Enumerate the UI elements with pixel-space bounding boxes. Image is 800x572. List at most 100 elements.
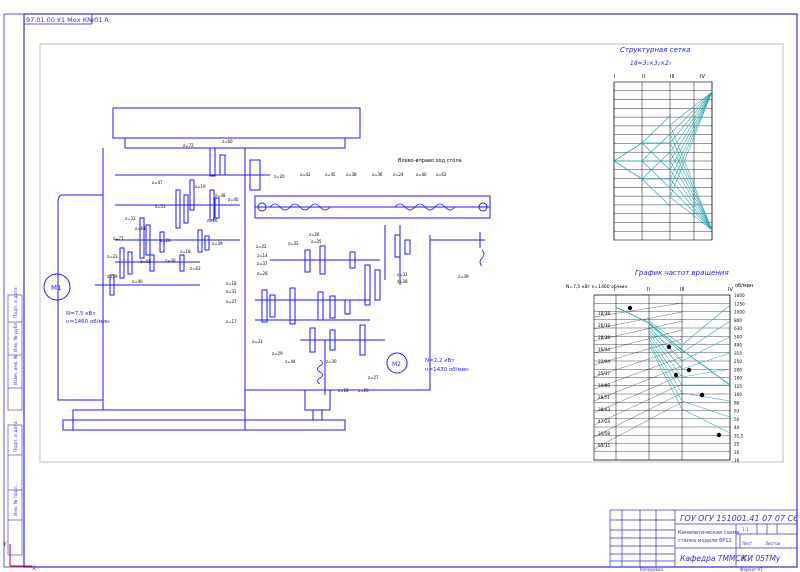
gear-label: z=33 <box>125 216 136 221</box>
speed-graph-shaft-label: I <box>614 287 615 293</box>
gear-label: z=26 <box>160 238 171 243</box>
gear-label: z=16 <box>207 218 218 223</box>
gear-label: z=53 <box>155 204 166 209</box>
gear-label: z=14 <box>257 253 268 258</box>
gear-ratio-label: 25/37 <box>598 371 610 376</box>
main-motor-power: N=7,5 кВт <box>66 311 96 317</box>
gear-label: z=28 <box>257 271 268 276</box>
gear-label: z=38 <box>397 279 408 284</box>
gear-label: z=37 <box>257 261 268 266</box>
speed-graph-ratios: 18/38 26/38 28/36 16/44 22/44 25/37 19/60 28/51… <box>598 311 610 448</box>
gear-label: z=41 <box>140 259 151 264</box>
gear-label: z=44 <box>285 359 296 364</box>
speed-node <box>666 344 672 350</box>
title-block-group: КИ 05ТМу <box>742 554 781 563</box>
gear-label: z=30 <box>165 258 176 263</box>
gear-ratio-label: 19/60 <box>598 383 610 388</box>
title-block-title-line1: Кинематическая схема <box>678 530 739 536</box>
gear-label: z=20 <box>274 174 285 179</box>
speed-value: 1250 <box>734 301 745 306</box>
speed-value: 25 <box>734 442 740 447</box>
gear-label: z=62 <box>436 172 447 177</box>
speed-value: 20 <box>734 450 740 455</box>
main-motor-speed: n=1460 об/мин <box>66 319 110 325</box>
gear-label: z=32 <box>288 241 299 246</box>
gear-label: z=39 <box>212 241 223 246</box>
gear-label: z=60 <box>222 139 233 144</box>
speed-value: 1600 <box>734 293 745 298</box>
side-strip-labels: Подп. и дата Инв. № дубл. Взам. инв. № П… <box>13 287 19 516</box>
gear-ratio-label: 28/36 <box>598 335 610 340</box>
gear-label: z=45 <box>325 172 336 177</box>
speed-node <box>673 372 679 378</box>
gear-label: z=27 <box>368 375 379 380</box>
gear-labels: z=72 z=60 z=47 z=19 z=38 z=40 z=53 z=16 z=33 z=64… <box>107 139 469 393</box>
gear-label: z=40 <box>416 172 427 177</box>
speed-value: 1000 <box>734 310 745 315</box>
gear-label: z=18 <box>226 281 237 286</box>
speed-graph-motor-spec: N=7,5 кВт n=1460 об/мин <box>566 284 627 290</box>
stamp-code: 97.01 00 У1 Мех К№01 А <box>26 16 109 24</box>
drawing-sheet: 97.01 00 У1 Мех К№01 А Подп. и дата Инв.… <box>2 13 798 572</box>
gear-label: z=27 <box>226 299 237 304</box>
gear-label: z=23 <box>107 254 118 259</box>
gear-label: z=26 <box>309 232 320 237</box>
speed-value: 40 <box>734 425 740 430</box>
structural-grid-title: Структурная сетка <box>620 46 691 54</box>
gear-ratio-label: 18/38 <box>598 311 610 316</box>
gear-label: z=33 <box>252 339 263 344</box>
speed-graph-header: об/мин <box>735 283 753 289</box>
gear-label: z=47 <box>152 180 163 185</box>
gear-label: z=29 <box>272 351 283 356</box>
structural-grid-shaft-label: II <box>642 74 645 80</box>
gear-label: z=64 <box>135 226 146 231</box>
structural-grid-lines <box>613 81 713 241</box>
speed-value: 125 <box>734 384 742 389</box>
gear-ratio-label: 47/24 <box>598 419 610 424</box>
side-label-1: Подп. и дата <box>13 287 19 318</box>
gear-label: z=38 <box>215 193 226 198</box>
side-label-5: Инв. № подл. <box>13 485 19 516</box>
gear-label: z=63 <box>190 266 201 271</box>
gear-label: z=35 <box>311 239 322 244</box>
speed-graph-shaft-labels: I II III IV <box>614 287 733 293</box>
gear-label: z=18 <box>338 388 349 393</box>
gear-label: z=36 <box>372 172 383 177</box>
speed-value: 31,5 <box>734 433 744 438</box>
gear-label: z=72 <box>183 143 194 148</box>
gear-label: z=39 <box>458 274 469 279</box>
speed-value: 630 <box>734 326 742 331</box>
gear-label: z=26 <box>358 388 369 393</box>
structural-grid-shaft-labels: I II III IV <box>614 74 705 80</box>
side-label-2: Инв. № дубл. <box>13 321 19 352</box>
speed-graph-shaft-label: III <box>680 287 684 293</box>
overarm <box>112 107 361 139</box>
gear-label: z=31 <box>226 289 237 294</box>
speed-node <box>716 432 722 438</box>
speed-value: 800 <box>734 318 742 323</box>
feed-motor-label: М2 <box>392 361 401 368</box>
structural-grid-formula: 18=3₁×3₂×2₇ <box>630 60 672 67</box>
structural-grid: Структурная сетка 18=3₁×3₂×2₇ I II III IV <box>613 46 713 241</box>
gear-label: z=29 <box>107 274 118 279</box>
knee-screw-housing <box>304 390 331 411</box>
structural-grid-shaft-label: III <box>670 74 674 80</box>
feed-motor-power: N=2,2 кВт <box>425 358 455 364</box>
gear-ratio-label: 65/35 <box>598 443 610 448</box>
speed-value: 200 <box>734 367 742 372</box>
knee-body <box>244 235 431 391</box>
gear-label: z=38 <box>346 172 357 177</box>
title-block-doc-code: ГОУ ОГУ 151001.41 07 07 С6 <box>680 514 798 523</box>
title-block-department: Кафедра ТММСК <box>680 554 747 563</box>
gear-label: z=18 <box>180 249 191 254</box>
gear-label: z=19 <box>195 184 206 189</box>
main-motor-label: М1 <box>51 284 62 292</box>
speed-graph-speed-values: 1600 1250 1000 800 630 500 400 315 250 200 160 125 1… <box>734 293 745 463</box>
speed-value: 63 <box>734 409 740 414</box>
gear-ratio-label: 38/43 <box>598 407 610 412</box>
speed-value: 160 <box>734 376 742 381</box>
top-left-stamp: 97.01 00 У1 Мех К№01 А <box>23 13 109 25</box>
gear-label: z=42 <box>300 172 311 177</box>
side-label-4: Подп. и дата <box>13 421 19 452</box>
title-block-sheets-label: Листов <box>765 541 781 546</box>
